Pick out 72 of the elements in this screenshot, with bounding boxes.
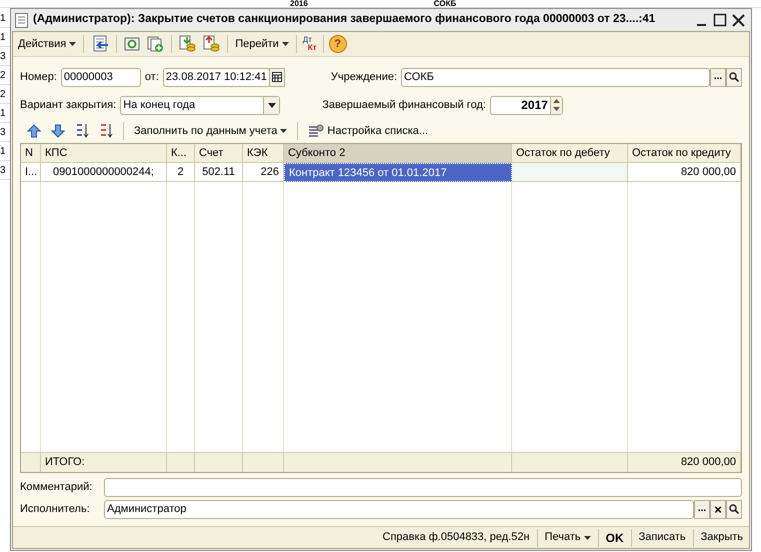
sheet-cell: СОКБ xyxy=(434,0,456,7)
clear-button[interactable]: × xyxy=(710,500,726,518)
calendar-icon xyxy=(272,72,282,82)
fill-menu[interactable]: Заполнить по данным учета xyxy=(132,121,290,141)
save-button[interactable]: Записать xyxy=(636,528,688,548)
print-menu[interactable]: Печать xyxy=(542,528,593,548)
executor-label: Исполнитель: xyxy=(20,502,91,517)
dropdown-caret-icon xyxy=(268,102,276,108)
date-label: от: xyxy=(144,70,159,85)
column-header[interactable]: Счет xyxy=(195,144,243,163)
help-button[interactable]: ? xyxy=(328,35,347,53)
coins-out-button[interactable] xyxy=(201,34,222,54)
table-footer-cell xyxy=(167,452,195,472)
column-header[interactable]: Остаток по кредиту xyxy=(628,144,741,163)
calendar-button[interactable] xyxy=(268,68,285,86)
search-icon xyxy=(729,504,739,514)
arrow-down-icon xyxy=(51,124,65,138)
coins-in-button[interactable] xyxy=(177,34,198,54)
close-icon[interactable] xyxy=(732,14,745,26)
comment-label: Комментарий: xyxy=(20,480,94,495)
institution-field[interactable]: СОКБ xyxy=(401,68,710,86)
sheet-cell: 2016 xyxy=(290,0,308,7)
executor-field[interactable]: Администратор xyxy=(104,500,694,518)
coins-out-icon xyxy=(203,35,220,53)
refresh-icon xyxy=(124,36,140,52)
column-header[interactable]: КЭК xyxy=(243,144,284,163)
date-field[interactable]: 23.08.2017 10:12:41 xyxy=(162,68,270,86)
actions-menu[interactable]: Действия xyxy=(16,34,78,54)
institution-label: Учреждение: xyxy=(330,70,398,85)
comment-field[interactable] xyxy=(104,478,742,496)
dt-kt-button[interactable]: Дт Кт xyxy=(302,35,318,53)
table-footer-cell xyxy=(195,452,243,472)
caret-icon xyxy=(282,42,289,46)
window-title: (Администратор): Закрытие счетов санкционирования завершаемого финансового года 00000003 от 23....:41 xyxy=(33,12,656,28)
caret-icon xyxy=(69,42,76,46)
total-value: 820 000,00 xyxy=(628,452,741,472)
choice-button[interactable]: ... xyxy=(694,500,710,518)
goto-menu[interactable]: Перейти xyxy=(233,34,291,54)
column-header[interactable]: К... xyxy=(167,144,195,163)
arrow-up-icon xyxy=(27,124,41,138)
list-settings-button[interactable]: Настройка списка... xyxy=(306,121,430,141)
ok-button[interactable]: OK xyxy=(604,528,626,548)
report-button[interactable]: Справка ф.0504833, ред.52н xyxy=(380,528,532,548)
column-header[interactable]: Остаток по дебету xyxy=(512,144,628,163)
column-header[interactable]: КПС xyxy=(41,144,167,163)
sort-descending-icon xyxy=(99,123,113,139)
number-field[interactable]: 00000003 xyxy=(60,68,141,86)
spin-arrows-icon xyxy=(552,99,560,111)
table-footer-cell xyxy=(21,452,41,472)
table-footer-cell xyxy=(243,452,284,472)
list-gear-icon xyxy=(308,124,324,138)
column-header[interactable]: Субконто 2 xyxy=(284,144,512,163)
number-label: Номер: xyxy=(20,70,57,85)
close-button[interactable]: Закрыть xyxy=(698,528,745,548)
search-icon xyxy=(729,72,739,82)
coins-in-icon xyxy=(179,35,196,53)
copy-add-icon xyxy=(147,36,164,52)
maximize-icon[interactable] xyxy=(713,13,727,27)
year-label: Завершаемый финансовый год: xyxy=(322,98,486,113)
document-icon xyxy=(15,12,28,28)
choice-button[interactable]: ... xyxy=(710,68,726,86)
variant-label: Вариант закрытия: xyxy=(20,98,116,113)
column-header[interactable]: N xyxy=(21,144,41,163)
search-button[interactable] xyxy=(726,500,742,518)
table-cell[interactable]: Контракт 123456 от 01.01.2017 xyxy=(284,163,512,182)
search-button[interactable] xyxy=(726,68,742,86)
variant-select[interactable]: На конец года xyxy=(120,96,280,114)
caret-icon xyxy=(280,129,288,133)
caret-icon xyxy=(584,536,591,540)
total-label: ИТОГО: xyxy=(41,452,167,472)
sort-ascending-icon xyxy=(75,123,89,139)
year-spinner[interactable]: 2017 xyxy=(490,96,563,114)
